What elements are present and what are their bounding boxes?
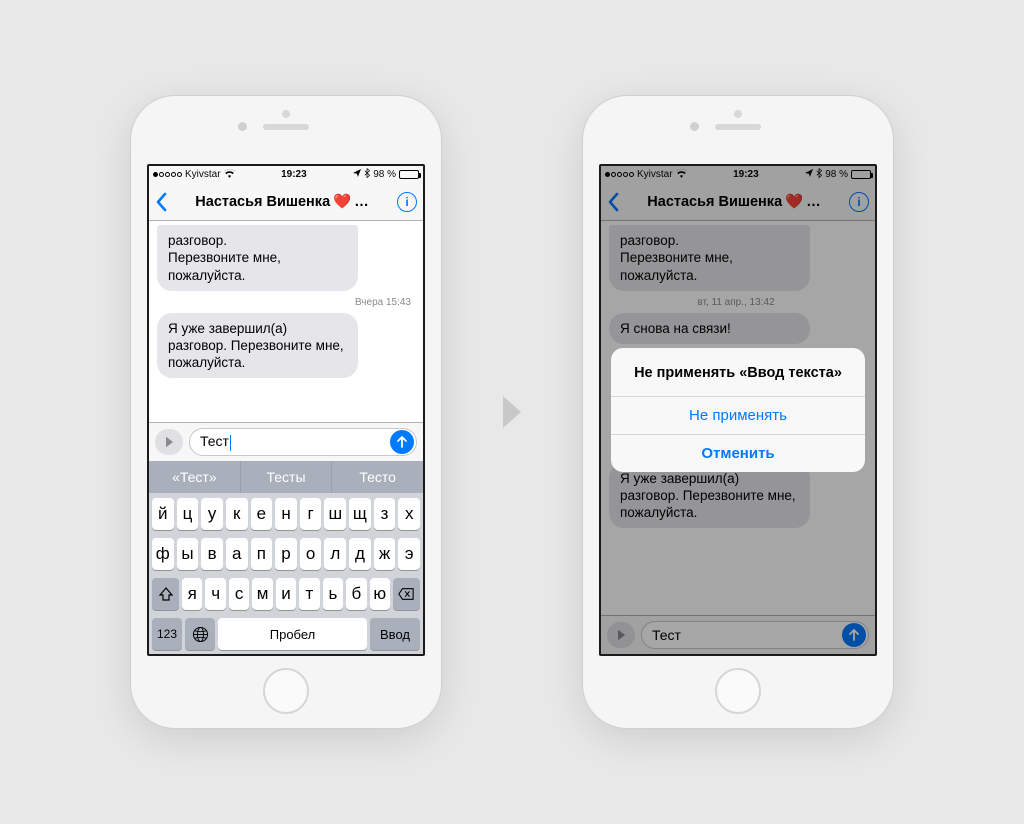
input-bar: Тест <box>149 422 423 461</box>
modal-overlay: Не применять «Ввод текста» Не применять … <box>601 166 875 654</box>
key[interactable]: н <box>275 498 297 530</box>
home-button[interactable] <box>715 668 761 714</box>
key[interactable]: ю <box>370 578 390 610</box>
key[interactable]: й <box>152 498 174 530</box>
key[interactable]: м <box>252 578 272 610</box>
apps-button[interactable] <box>155 429 183 455</box>
wifi-icon <box>224 169 235 181</box>
message-bubble: разговор. Перезвоните мне, пожалуйста. <box>157 225 358 291</box>
alert-title: Не применять «Ввод текста» <box>611 348 865 397</box>
key[interactable]: б <box>346 578 366 610</box>
input-value: Тест <box>200 433 229 449</box>
key[interactable]: е <box>251 498 273 530</box>
phone-left: Kyivstar 19:23 98 % <box>131 96 441 728</box>
status-bar: Kyivstar 19:23 98 % <box>149 166 423 183</box>
key[interactable]: с <box>229 578 249 610</box>
key[interactable]: у <box>201 498 223 530</box>
screen-right: Kyivstar 19:23 98 % <box>599 164 877 656</box>
predictive-bar: «Тест» Тесты Тесто <box>149 461 423 493</box>
keyboard-row: ф ы в а п р о л д ж э <box>152 538 420 570</box>
screen-content: Kyivstar 19:23 98 % <box>601 166 875 654</box>
key[interactable]: э <box>398 538 420 570</box>
screen-left: Kyivstar 19:23 98 % <box>147 164 425 656</box>
numbers-key[interactable]: 123 <box>152 618 182 650</box>
text-caret <box>230 435 232 451</box>
key[interactable]: в <box>201 538 223 570</box>
return-key[interactable]: Ввод <box>370 618 420 650</box>
nav-bar: Настасья Вишенка ❤️ … i <box>149 183 423 221</box>
shift-key[interactable] <box>152 578 179 610</box>
key[interactable]: о <box>300 538 322 570</box>
phone-camera <box>238 122 247 131</box>
phone-sensor <box>282 110 290 118</box>
key[interactable]: ш <box>324 498 346 530</box>
status-left: Kyivstar <box>153 169 235 181</box>
key[interactable]: л <box>324 538 346 570</box>
undo-alert: Не применять «Ввод текста» Не применять … <box>611 348 865 473</box>
predictive-suggestion[interactable]: «Тест» <box>149 461 241 493</box>
key[interactable]: т <box>299 578 319 610</box>
key[interactable]: х <box>398 498 420 530</box>
key[interactable]: ы <box>177 538 199 570</box>
info-button[interactable]: i <box>397 192 417 212</box>
battery-icon <box>399 170 419 179</box>
key[interactable]: ф <box>152 538 174 570</box>
status-right: 98 % <box>353 168 419 181</box>
key[interactable]: щ <box>349 498 371 530</box>
key[interactable]: г <box>300 498 322 530</box>
alert-undo-button[interactable]: Не применять <box>611 396 865 434</box>
key[interactable]: д <box>349 538 371 570</box>
carrier-label: Kyivstar <box>185 169 221 180</box>
home-button[interactable] <box>263 668 309 714</box>
key[interactable]: р <box>275 538 297 570</box>
phone-speaker <box>715 124 761 130</box>
backspace-key[interactable] <box>393 578 420 610</box>
status-time: 19:23 <box>281 169 307 180</box>
message-bubble: Я уже завершил(а) разговор. Перезвоните … <box>157 313 358 379</box>
timestamp: Вчера 15:43 <box>157 297 411 310</box>
key[interactable]: а <box>226 538 248 570</box>
send-button[interactable] <box>390 430 414 454</box>
heart-icon: ❤️ <box>333 193 351 210</box>
key[interactable]: ч <box>205 578 225 610</box>
battery-pct: 98 % <box>373 169 396 180</box>
predictive-suggestion[interactable]: Тесты <box>241 461 333 493</box>
location-icon <box>353 169 361 180</box>
key[interactable]: я <box>182 578 202 610</box>
comparison-stage: Kyivstar 19:23 98 % <box>0 0 1024 824</box>
phone-speaker <box>263 124 309 130</box>
alert-cancel-button[interactable]: Отменить <box>611 434 865 472</box>
key[interactable]: п <box>251 538 273 570</box>
messages-list[interactable]: разговор. Перезвоните мне, пожалуйста. В… <box>149 221 423 422</box>
contact-name: Настасья Вишенка <box>195 194 330 210</box>
phone-camera <box>690 122 699 131</box>
key[interactable]: к <box>226 498 248 530</box>
keyboard: й ц у к е н г ш щ з х ф ы в а п <box>149 493 423 654</box>
keyboard-row: я ч с м и т ь б ю <box>152 578 420 610</box>
signal-dots-icon <box>153 172 182 177</box>
bluetooth-icon <box>364 168 370 181</box>
space-key[interactable]: Пробел <box>218 618 367 650</box>
key[interactable]: ь <box>323 578 343 610</box>
key[interactable]: ц <box>177 498 199 530</box>
arrow-icon <box>503 396 521 428</box>
phone-right: Kyivstar 19:23 98 % <box>583 96 893 728</box>
back-button[interactable] <box>155 192 167 212</box>
key[interactable]: и <box>276 578 296 610</box>
globe-key[interactable] <box>185 618 215 650</box>
phone-sensor <box>734 110 742 118</box>
keyboard-row: 123 Пробел Ввод <box>152 618 420 650</box>
title-ellipsis: … <box>354 194 369 210</box>
key[interactable]: ж <box>374 538 396 570</box>
nav-title: Настасья Вишенка ❤️ … <box>167 193 397 210</box>
predictive-suggestion[interactable]: Тесто <box>332 461 423 493</box>
message-input[interactable]: Тест <box>189 428 417 456</box>
keyboard-row: й ц у к е н г ш щ з х <box>152 498 420 530</box>
key[interactable]: з <box>374 498 396 530</box>
